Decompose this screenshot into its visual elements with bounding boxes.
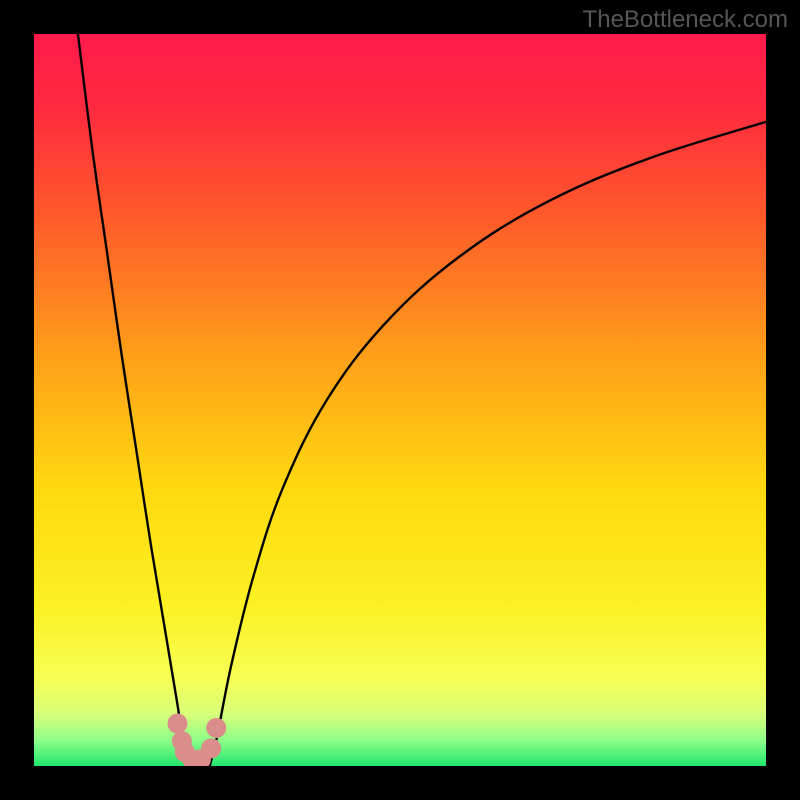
chart-svg: [34, 34, 766, 766]
watermark-text: TheBottleneck.com: [583, 6, 788, 34]
gradient-background: [34, 34, 766, 766]
data-marker: [206, 718, 226, 738]
data-marker: [201, 738, 221, 758]
data-marker: [167, 714, 187, 734]
plot-area: [34, 34, 766, 766]
chart-frame: TheBottleneck.com: [0, 0, 800, 800]
